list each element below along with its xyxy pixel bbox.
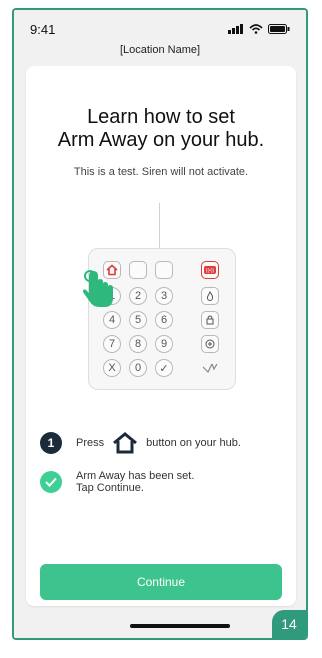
- hub-cable: [159, 203, 160, 253]
- vivint-logo-icon: [201, 361, 219, 375]
- key-6: 6: [155, 311, 173, 329]
- step-2: Arm Away has been set. Tap Continue.: [40, 470, 194, 494]
- lock-icon: [201, 311, 219, 329]
- medical-icon: [201, 335, 219, 353]
- check-icon: [40, 471, 62, 493]
- step-2-line-1: Arm Away has been set.: [76, 470, 195, 482]
- blank-key: [129, 261, 147, 279]
- subtitle: This is a test. Siren will not activate.: [73, 166, 249, 178]
- home-indicator[interactable]: [130, 624, 230, 628]
- status-icons: [228, 24, 290, 34]
- blank-key: [155, 261, 173, 279]
- home-button-icon: [112, 432, 138, 454]
- location-name: [Location Name]: [119, 44, 201, 56]
- key-3: 3: [155, 287, 173, 305]
- status-bar: 9:41: [30, 20, 290, 38]
- key-8: 8: [129, 335, 147, 353]
- svg-text:((•)): ((•)): [206, 268, 215, 274]
- instruction-card: Learn how to set Arm Away on your hub. T…: [26, 66, 296, 606]
- key-2: 2: [129, 287, 147, 305]
- page-title: Learn how to set Arm Away on your hub.: [26, 106, 296, 152]
- key-9: 9: [155, 335, 173, 353]
- wifi-icon: [249, 24, 263, 34]
- key-confirm: ✓: [155, 359, 173, 377]
- title-line-1: Learn how to set: [87, 106, 235, 128]
- key-0: 0: [129, 359, 147, 377]
- key-7: 7: [103, 335, 121, 353]
- key-4: 4: [103, 311, 121, 329]
- step-2-line-2: Tap Continue.: [76, 482, 144, 494]
- pointing-hand-icon: [82, 267, 116, 311]
- step-1-text-before: Press: [76, 437, 105, 449]
- signal-icon: [228, 24, 243, 34]
- phone-frame: 9:41 [Location Name] Learn how to set Ar…: [12, 8, 308, 640]
- title-line-2: Arm Away on your hub.: [57, 129, 265, 151]
- step-1-text-after: button on your hub.: [146, 437, 241, 449]
- step-2-text: Arm Away has been set. Tap Continue.: [76, 470, 194, 494]
- key-cancel: X: [103, 359, 121, 377]
- fire-icon: [201, 287, 219, 305]
- battery-icon: [268, 24, 290, 34]
- siren-icon: ((•)): [201, 261, 219, 279]
- clock: 9:41: [30, 21, 56, 37]
- continue-button[interactable]: Continue: [40, 564, 282, 600]
- step-number-badge: 1: [40, 432, 62, 454]
- page-number-badge: 14: [272, 610, 306, 638]
- step-1: 1 Press button on your hub.: [40, 432, 241, 454]
- key-5: 5: [129, 311, 147, 329]
